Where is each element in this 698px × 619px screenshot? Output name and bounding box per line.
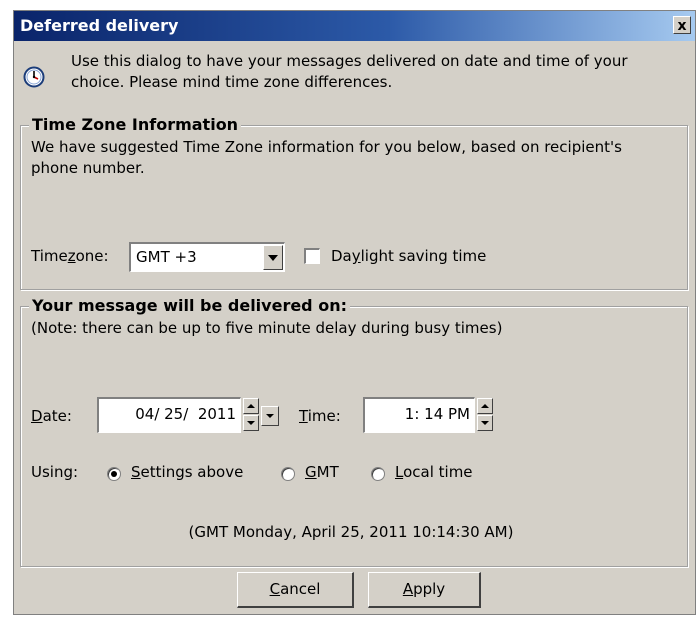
gmt-time-display: (GMT Monday, April 25, 2011 10:14:30 AM) <box>188 523 514 541</box>
radio-gmt[interactable] <box>281 467 295 481</box>
deferred-delivery-dialog: Deferred delivery x Use this dialog to h… <box>13 10 696 615</box>
date-spin-down[interactable] <box>243 415 259 431</box>
arrow-up-icon <box>247 404 255 408</box>
close-button[interactable]: x <box>673 16 691 34</box>
radio-settings-above[interactable] <box>107 467 121 481</box>
time-picker[interactable]: 1: 14 PM <box>363 397 475 433</box>
radio-settings-above-label[interactable]: Settings above <box>131 463 243 481</box>
timezone-select[interactable]: GMT +3 <box>129 242 285 272</box>
date-spinner[interactable] <box>243 398 259 432</box>
delivery-note: (Note: there can be up to five minute de… <box>31 319 503 337</box>
date-value: 04/ 25/ 2011 <box>135 405 236 423</box>
using-label: Using: <box>31 463 79 481</box>
calendar-dropdown-button[interactable] <box>261 406 279 426</box>
title-bar[interactable]: Deferred delivery x <box>14 11 695 41</box>
timezone-description: We have suggested Time Zone information … <box>31 138 622 177</box>
radio-local-time[interactable] <box>371 467 385 481</box>
radio-selected-dot <box>111 471 117 477</box>
date-spin-up[interactable] <box>243 398 259 414</box>
time-spin-down[interactable] <box>477 415 493 431</box>
radio-gmt-label[interactable]: GMT <box>305 463 339 481</box>
timezone-dropdown-button[interactable] <box>263 245 283 270</box>
chevron-down-icon <box>266 414 274 418</box>
time-spinner[interactable] <box>477 398 493 432</box>
timezone-group: Time Zone Information We have suggested … <box>20 115 688 290</box>
timezone-select-value: GMT +3 <box>136 248 197 266</box>
time-value: 1: 14 PM <box>404 405 470 423</box>
cancel-button[interactable]: Cancel <box>237 572 354 608</box>
chevron-down-icon <box>268 255 278 261</box>
daylight-saving-label[interactable]: Daylight saving time <box>331 247 486 265</box>
date-label: Date: <box>31 407 72 425</box>
daylight-saving-checkbox[interactable] <box>304 248 320 264</box>
date-picker[interactable]: 04/ 25/ 2011 <box>97 397 241 433</box>
arrow-up-icon <box>481 404 489 408</box>
timezone-group-title: Time Zone Information <box>29 115 242 134</box>
dialog-title: Deferred delivery <box>20 16 179 35</box>
intro-text: Use this dialog to have your messages de… <box>71 52 628 91</box>
radio-local-time-label[interactable]: Local time <box>395 463 473 481</box>
arrow-down-icon <box>481 421 489 425</box>
delivery-group-title: Your message will be delivered on: <box>29 296 350 315</box>
time-label: Time: <box>299 407 341 425</box>
arrow-down-icon <box>247 421 255 425</box>
clock-icon <box>23 66 45 92</box>
close-icon: x <box>677 18 687 34</box>
time-spin-up[interactable] <box>477 398 493 414</box>
timezone-label: Timezone: <box>31 247 109 265</box>
apply-button[interactable]: Apply <box>368 572 481 608</box>
delivery-group: Your message will be delivered on: (Note… <box>20 296 688 567</box>
